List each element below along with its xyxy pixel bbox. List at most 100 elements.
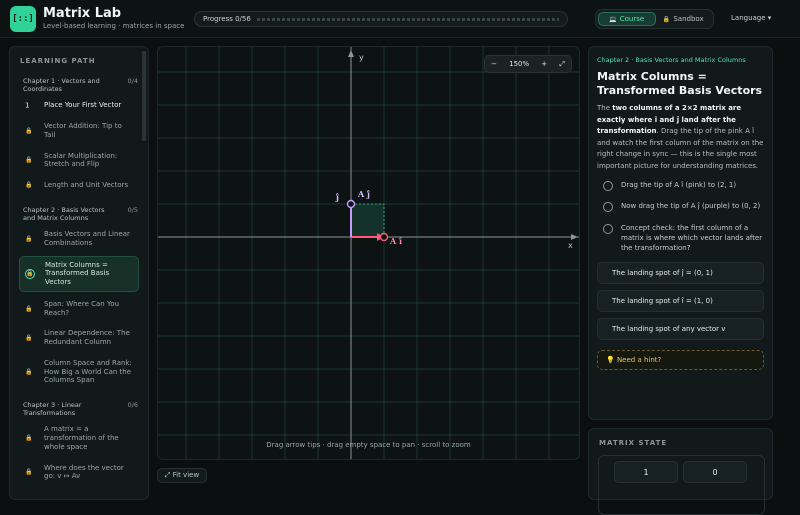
sidebar-scrollbar[interactable] — [142, 51, 146, 141]
lesson-label: Span: Where Can You Reach? — [44, 299, 120, 317]
mode-switch: 💻 Course 🔒 Sandbox — [595, 9, 714, 29]
lock-icon: 🔒 — [25, 334, 33, 342]
lesson-item-selected[interactable]: 🔒 Matrix Columns = Transformed Basis Vec… — [19, 255, 139, 292]
lock-icon: 🔒 — [25, 181, 33, 189]
transformed-unit-square — [350, 203, 385, 238]
lesson-item[interactable]: 🔒 Column Space and Rank: How Big a World… — [19, 355, 139, 389]
fit-view-button[interactable]: ⤢ Fit view — [157, 468, 207, 483]
brand: Matrix Lab Level-based learning · matric… — [43, 7, 184, 30]
lesson-number: 1 — [25, 101, 30, 110]
lesson-item[interactable]: 🔒 Linear Dependence: The Redundant Colum… — [19, 325, 139, 351]
lesson-label: A matrix = a transformation of the whole… — [44, 425, 119, 451]
chapter-count: 0/4 — [127, 77, 138, 85]
progress-track — [256, 17, 559, 21]
lesson-item[interactable]: 🔒 Where does the vector go: v ↦ Av — [19, 460, 139, 486]
fullscreen-icon[interactable]: ⤢ — [559, 60, 565, 69]
mode-course-button[interactable]: 💻 Course — [598, 12, 656, 26]
answer-option[interactable]: The landing spot of ĵ = (0, 1) — [597, 261, 764, 284]
chapter-title: Chapter 1 · Vectors and Coordinates — [23, 77, 100, 94]
lesson-item[interactable]: 🔒 Basis Vectors and Linear Combinations — [19, 226, 139, 252]
lock-icon: 🔒 — [25, 268, 35, 279]
chapter-count: 0/6 — [127, 401, 138, 409]
lesson-intro: The two columns of a 2×2 matrix are exac… — [597, 103, 764, 172]
coordinate-grid[interactable]: x y A î A ĵ ĵ — [158, 47, 580, 460]
lock-icon: 🔒 — [25, 304, 33, 312]
chapter-count: 0/5 — [127, 205, 138, 214]
chapter-title: Chapter 2 · Basis Vectors and Matrix Col… — [23, 205, 105, 222]
lesson-item[interactable]: 🔒 Scalar Multiplication: Stretch and Fli… — [19, 148, 139, 174]
lesson-label: Linear Dependence: The Redundant Column — [44, 329, 130, 346]
x-axis-label: x — [568, 241, 573, 250]
task-checkbox[interactable] — [603, 224, 613, 235]
chapter-title: Chapter 3 · Linear Transformations — [23, 401, 82, 418]
mode-sandbox-button[interactable]: 🔒 Sandbox — [656, 12, 712, 26]
lock-icon: 🔒 — [25, 235, 33, 242]
matrix-cell[interactable]: 1 — [614, 461, 678, 483]
lock-icon: 🔒 — [25, 368, 33, 376]
task-item[interactable]: Now drag the tip of A ĵ (purple) to (0, … — [597, 202, 764, 213]
mode-course-label: Course — [619, 15, 645, 23]
vector-ai-label: A î — [389, 236, 402, 246]
lesson-item[interactable]: 🔒 Vector Addition: Tip to Tail — [19, 118, 139, 144]
lesson-label: Column Space and Rank: How Big a World C… — [44, 358, 132, 385]
task-label: Concept check: the first column of a mat… — [621, 224, 763, 252]
vector-aj-label: A ĵ — [357, 189, 370, 199]
lock-icon: 🔒 — [25, 156, 33, 164]
app-subtitle: Level-based learning · matrices in space — [43, 22, 185, 30]
lesson-label: Basis Vectors and Linear Combinations — [44, 230, 130, 247]
task-checkbox[interactable] — [603, 202, 613, 213]
language-menu[interactable]: Language ▾ — [731, 14, 771, 22]
progress-label: Progress 0/56 — [203, 15, 251, 23]
lesson-label: Where does the vector go: v ↦ Av — [44, 463, 124, 481]
mode-sandbox-label: Sandbox — [673, 15, 704, 23]
lesson-label: Place Your First Vector — [44, 101, 122, 110]
x-axis-arrow — [571, 234, 578, 240]
lesson-item[interactable]: 1 Place Your First Vector — [19, 97, 139, 114]
lesson-chapter-label: Chapter 2 · Basis Vectors and Matrix Col… — [597, 56, 746, 64]
chapter-1-header[interactable]: Chapter 1 · Vectors and Coordinates 0/4 — [23, 77, 138, 93]
lock-icon: 🔒 — [25, 468, 33, 476]
lesson-item[interactable]: 🔒 Length and Unit Vectors — [19, 177, 139, 194]
matrix-state-heading: MATRIX STATE — [599, 439, 668, 447]
task-label: Now drag the tip of A ĵ (purple) to (0, … — [621, 202, 761, 211]
chapter-3-header[interactable]: Chapter 3 · Linear Transformations 0/6 — [23, 401, 138, 417]
canvas-hint: Drag arrow tips · drag empty space to pa… — [266, 441, 471, 449]
lesson-item[interactable]: 🔒 A matrix = a transformation of the who… — [19, 421, 139, 455]
sidebar-heading: LEARNING PATH — [20, 57, 96, 65]
chapter-2-header[interactable]: Chapter 2 · Basis Vectors and Matrix Col… — [23, 206, 138, 222]
task-item[interactable]: Drag the tip of A î (pink) to (2, 1) — [597, 180, 764, 191]
vector-ai-tip-handle[interactable] — [379, 232, 389, 242]
grid-lines — [158, 47, 579, 459]
matrix-cell[interactable]: 0 — [683, 461, 747, 483]
answer-option[interactable]: The landing spot of î = (1, 0) — [597, 289, 764, 312]
zoom-controls: − 150% + ⤢ — [484, 55, 572, 73]
lesson-label: Matrix Columns = Transformed Basis Vecto… — [45, 260, 110, 287]
zoom-in-button[interactable]: + — [541, 60, 547, 68]
lesson-item[interactable]: 🔒 Span: Where Can You Reach? — [19, 296, 139, 322]
lesson-label: Length and Unit Vectors — [44, 181, 129, 189]
y-axis-label: y — [359, 53, 364, 62]
lesson-title: Matrix Columns = Transformed Basis Vecto… — [597, 69, 763, 97]
lock-icon: 🔒 — [25, 434, 33, 442]
lock-icon: 🔒 — [25, 127, 33, 134]
hint-button[interactable]: 💡 Need a hint? — [597, 349, 764, 370]
intro-prefix: The — [597, 104, 613, 113]
app-title: Matrix Lab — [43, 6, 122, 21]
zoom-level: 150% — [509, 60, 530, 68]
lesson-label: Vector Addition: Tip to Tail — [44, 122, 122, 139]
task-item[interactable]: Concept check: the first column of a mat… — [597, 224, 764, 253]
task-checkbox[interactable] — [603, 180, 613, 191]
lesson-panel: Chapter 2 · Basis Vectors and Matrix Col… — [588, 46, 773, 420]
learning-path-sidebar: LEARNING PATH Chapter 1 · Vectors and Co… — [9, 46, 149, 500]
vector-canvas[interactable]: x y A î A ĵ ĵ — [157, 46, 580, 460]
vector-aj-tip-handle[interactable] — [346, 199, 356, 209]
matrix-state-panel: MATRIX STATE 1 0 — [588, 428, 773, 515]
zoom-out-button[interactable]: − — [491, 60, 497, 68]
app-logo: [::] — [10, 5, 36, 32]
monitor-icon: 💻 — [609, 15, 617, 23]
task-label: Drag the tip of A î (pink) to (2, 1) — [621, 180, 737, 189]
progress-bar: Progress 0/56 — [194, 11, 568, 27]
basis-j-label: ĵ — [335, 192, 339, 202]
answer-option[interactable]: The landing spot of any vector v — [597, 317, 764, 340]
lesson-label: Scalar Multiplication: Stretch and Flip — [44, 151, 118, 169]
